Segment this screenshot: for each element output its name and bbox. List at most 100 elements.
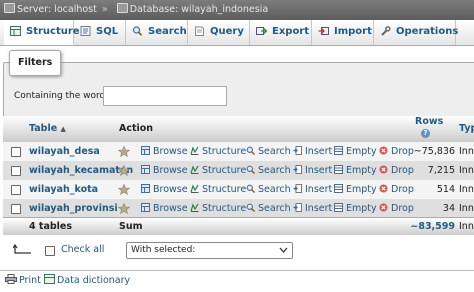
help-icon[interactable]: ?: [421, 129, 430, 138]
breadcrumb: Server: localhost » Database: wilayah_in…: [0, 0, 474, 20]
breadcrumb-database[interactable]: Database: wilayah_indonesia: [130, 4, 268, 15]
table-header-action: Action: [119, 123, 154, 134]
search-action[interactable]: Search: [246, 199, 291, 218]
tab-search[interactable]: Search: [126, 20, 188, 45]
with-selected-select[interactable]: With selected:: [126, 242, 293, 259]
structure-action[interactable]: Structure: [190, 142, 246, 161]
breadcrumb-separator: »: [101, 4, 108, 15]
row-count: ~75,836: [413, 146, 455, 157]
favorite-star-icon[interactable]: [118, 184, 130, 195]
insert-icon: [293, 203, 302, 212]
insert-icon: [293, 165, 302, 174]
search-action[interactable]: Search: [246, 161, 291, 180]
structure-action[interactable]: Structure: [190, 180, 246, 199]
tab-export[interactable]: Export: [250, 20, 312, 45]
structure-icon: [190, 146, 199, 155]
search-icon: [246, 146, 255, 155]
print-link[interactable]: Print: [5, 274, 41, 288]
row-type: Inn: [459, 184, 474, 195]
server-icon: [4, 3, 15, 13]
table-row: wilayah_desa Browse Structure Search Insert E…: [3, 142, 474, 162]
row-type: Inn: [459, 165, 474, 176]
browse-action[interactable]: Browse: [141, 142, 188, 161]
breadcrumb-server[interactable]: Server: localhost: [17, 4, 97, 15]
search-action[interactable]: Search: [246, 180, 291, 199]
browse-icon: [141, 203, 150, 212]
data-dictionary-link[interactable]: Data dictionary: [44, 274, 130, 288]
table-row: wilayah_provinsi Browse Structure Search Ins…: [3, 199, 474, 219]
insert-action[interactable]: Insert: [293, 161, 332, 180]
tab-query[interactable]: Query: [188, 20, 250, 45]
footer-links: Print Data dictionary: [0, 270, 474, 292]
table-header-rows[interactable]: Rows?: [415, 116, 443, 142]
browse-icon: [141, 165, 150, 174]
table-header-type[interactable]: Typ: [459, 116, 474, 142]
row-type: Inn: [459, 146, 474, 157]
sort-ascending-icon: ▲: [60, 125, 66, 133]
search-action[interactable]: Search: [246, 142, 291, 161]
empty-icon: [334, 184, 343, 193]
row-count: 7,215: [427, 165, 455, 176]
filter-label: Containing the word:: [14, 91, 109, 101]
summary-sum-label: Sum: [119, 221, 143, 232]
browse-action[interactable]: Browse: [141, 199, 188, 218]
with-selected-value: With selected:: [131, 245, 196, 255]
table-row: wilayah_kota Browse Structure Search Insert E…: [3, 180, 474, 200]
import-icon: [318, 27, 329, 35]
summary-type: Inn: [459, 221, 474, 232]
table-header-table[interactable]: Table ▲: [29, 116, 66, 142]
table-row: wilayah_kecamatan Browse Structure Search In…: [3, 161, 474, 181]
data-dictionary-icon: [44, 274, 55, 284]
database-icon: [116, 3, 128, 13]
insert-action[interactable]: Insert: [293, 199, 332, 218]
favorite-star-icon[interactable]: [118, 146, 130, 157]
table-name-link[interactable]: wilayah_provinsi: [29, 199, 118, 218]
row-count: 34: [442, 203, 455, 214]
wrench-icon: [381, 26, 391, 36]
filters-fieldset: [3, 62, 474, 118]
browse-icon: [141, 184, 150, 193]
chevron-down-icon: [279, 247, 288, 253]
structure-icon: [190, 203, 199, 212]
insert-action[interactable]: Insert: [293, 180, 332, 199]
check-all-arrow-icon: [13, 244, 31, 254]
row-checkbox[interactable]: [11, 147, 21, 157]
empty-action[interactable]: Empty: [334, 199, 377, 218]
row-type: Inn: [459, 203, 474, 214]
empty-action[interactable]: Empty: [334, 142, 377, 161]
insert-action[interactable]: Insert: [293, 142, 332, 161]
print-icon: [5, 274, 17, 284]
tab-sql[interactable]: SQL: [74, 20, 126, 45]
drop-icon: [379, 184, 388, 193]
row-checkbox[interactable]: [11, 185, 21, 195]
search-icon: [132, 26, 143, 36]
favorite-star-icon[interactable]: [118, 203, 130, 214]
check-all-checkbox[interactable]: [45, 246, 55, 256]
favorite-star-icon[interactable]: [118, 165, 130, 176]
row-checkbox[interactable]: [11, 166, 21, 176]
empty-action[interactable]: Empty: [334, 161, 377, 180]
table-header: Table ▲ Action Rows? Typ: [3, 116, 474, 143]
browse-action[interactable]: Browse: [141, 180, 188, 199]
structure-action[interactable]: Structure: [190, 199, 246, 218]
empty-icon: [334, 146, 343, 155]
filter-input[interactable]: [103, 86, 227, 106]
check-all-label[interactable]: Check all: [61, 244, 104, 255]
browse-action[interactable]: Browse: [141, 161, 188, 180]
table-name-link[interactable]: wilayah_kota: [29, 180, 98, 199]
table-name-link[interactable]: wilayah_desa: [29, 142, 100, 161]
structure-icon: [10, 26, 21, 36]
empty-icon: [334, 203, 343, 212]
structure-icon: [190, 165, 199, 174]
structure-action[interactable]: Structure: [190, 161, 246, 180]
tab-bar: Structure SQL Search Query Export Import…: [0, 20, 474, 46]
drop-icon: [379, 203, 388, 212]
filters-legend: Filters: [9, 50, 62, 76]
empty-action[interactable]: Empty: [334, 180, 377, 199]
tab-structure[interactable]: Structure: [4, 20, 80, 45]
row-checkbox[interactable]: [11, 204, 21, 214]
insert-icon: [293, 184, 302, 193]
tab-operations[interactable]: Operations: [374, 20, 458, 45]
structure-icon: [190, 184, 199, 193]
tab-import[interactable]: Import: [312, 20, 374, 45]
